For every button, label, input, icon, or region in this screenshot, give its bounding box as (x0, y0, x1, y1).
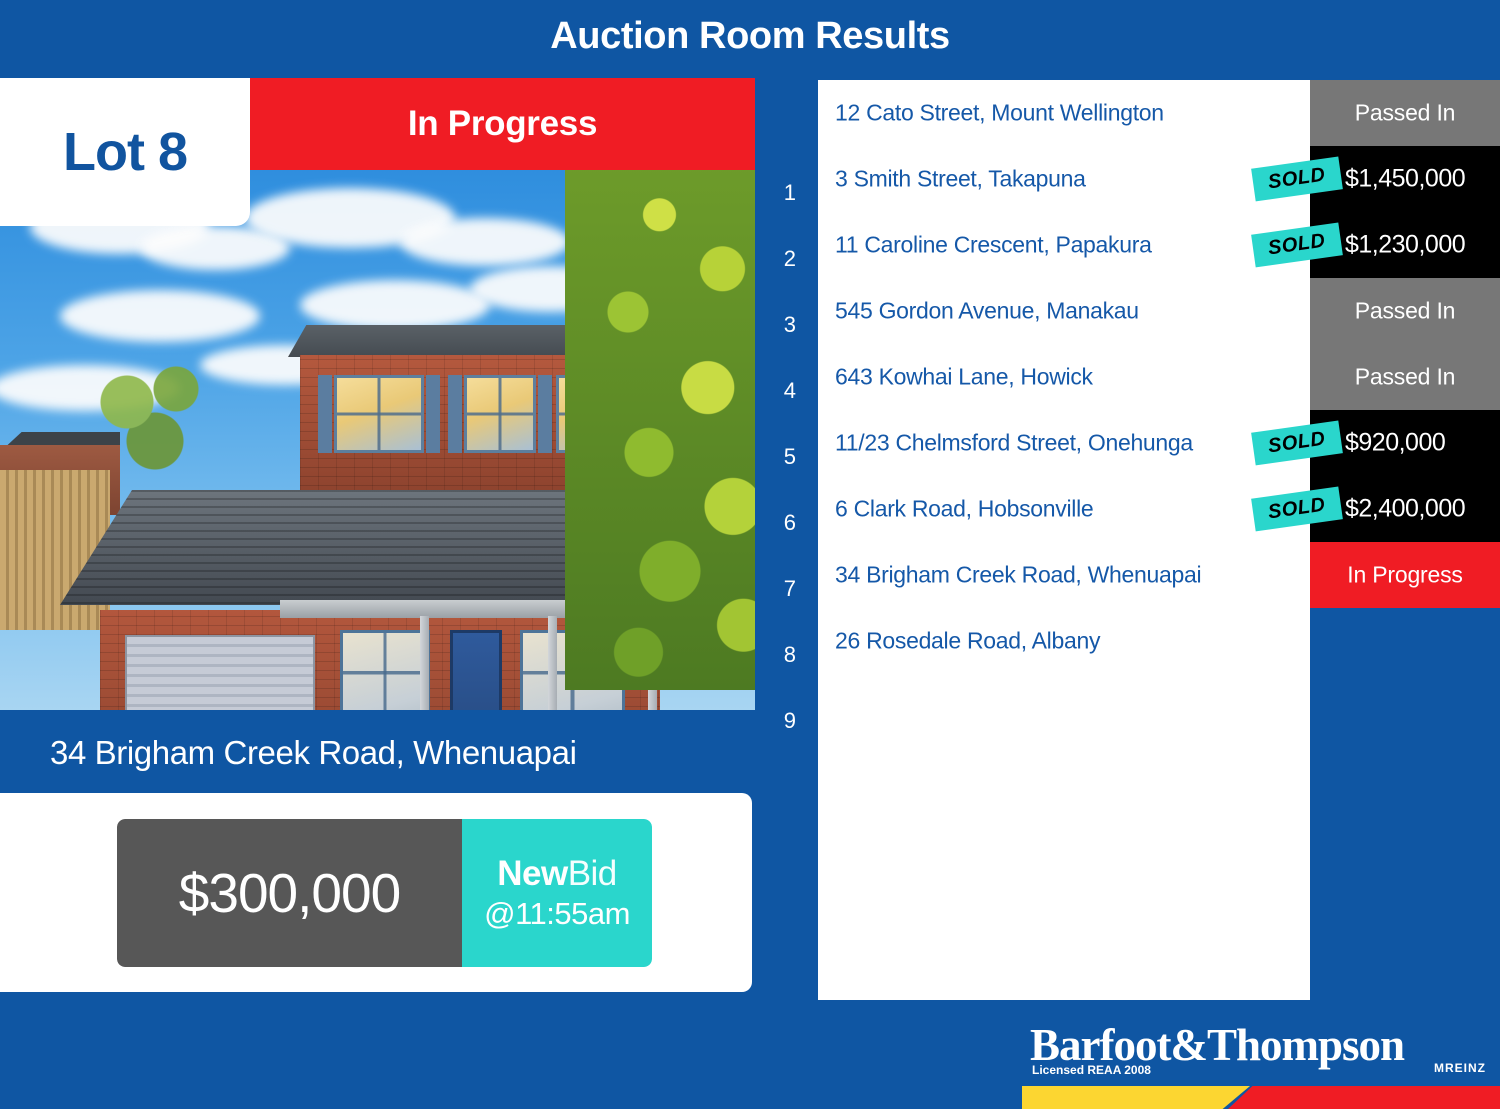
row-address[interactable]: 26 Rosedale Road, Albany (835, 628, 1100, 655)
brand-logo-text: Barfoot&Thompson (1030, 1020, 1405, 1070)
fence (0, 470, 110, 630)
row-address[interactable]: 11/23 Chelmsford Street, Onehunga (835, 430, 1193, 457)
bid-meta-box: NewBid @11:55am (462, 818, 652, 967)
row-index: 8 (783, 642, 796, 667)
row-address[interactable]: 12 Cato Street, Mount Wellington (835, 100, 1164, 127)
current-bid-card: $300,000 NewBid @11:55am (0, 793, 752, 992)
porch-post (548, 616, 557, 710)
window-shutter (318, 375, 332, 453)
lot-number-panel: Lot 8 (0, 78, 250, 226)
row-index: 5 (783, 444, 796, 469)
row-index: 6 (783, 510, 796, 535)
cloud-shape (60, 290, 260, 342)
row-status-label: Passed In (1354, 297, 1456, 324)
lower-window (340, 630, 430, 710)
row-sale-price: $2,400,000 (1345, 494, 1466, 523)
row-index: 9 (783, 708, 796, 733)
brand-mreinz-text: MREINZ (1434, 1061, 1486, 1075)
featured-address-bar: 34 Brigham Creek Road, Whenuapai (0, 710, 755, 795)
brand-logo-wrap: Barfoot&Thompson (1030, 1020, 1405, 1070)
row-sale-price: $1,450,000 (1345, 164, 1466, 193)
row-status-label: Passed In (1354, 363, 1456, 390)
cloud-shape (300, 280, 490, 330)
results-index-column: 1 2 3 4 5 6 7 8 9 (770, 80, 818, 733)
window-shutter (538, 375, 552, 453)
footer-stripe-red (1228, 1086, 1500, 1109)
row-address[interactable]: 34 Brigham Creek Road, Whenuapai (835, 562, 1202, 589)
garage-door (125, 635, 315, 710)
page-title: Auction Room Results (550, 14, 950, 57)
property-photo (0, 170, 755, 710)
row-index: 4 (783, 378, 796, 403)
upper-window (464, 375, 536, 453)
window-shutter (426, 375, 440, 453)
upper-window (334, 375, 424, 453)
row-sale-price: $1,230,000 (1345, 230, 1466, 259)
lot-status-banner: In Progress (250, 78, 755, 170)
new-bid-label: NewBid (497, 854, 617, 894)
row-index: 2 (783, 246, 796, 271)
window-shutter (448, 375, 462, 453)
row-index: 1 (783, 180, 796, 205)
porch-post (420, 616, 429, 710)
featured-address-label: 34 Brigham Creek Road, Whenuapai (50, 733, 577, 771)
front-door (450, 630, 502, 710)
page-header: Auction Room Results (0, 0, 1500, 72)
footer-stripe-yellow (1022, 1086, 1250, 1109)
row-status-label: In Progress (1347, 561, 1463, 588)
row-index: 3 (783, 312, 796, 337)
row-address[interactable]: 3 Smith Street, Takapuna (835, 166, 1086, 193)
row-address[interactable]: 11 Caroline Crescent, Papakura (835, 232, 1152, 259)
tree-right (565, 170, 755, 690)
results-list-panel (818, 80, 1310, 1000)
current-bid-row: $300,000 NewBid @11:55am (117, 818, 652, 967)
row-address[interactable]: 643 Kowhai Lane, Howick (835, 364, 1093, 391)
bid-amount-value: $300,000 (178, 861, 401, 924)
row-index: 7 (783, 576, 796, 601)
lot-status-label: In Progress (407, 104, 598, 143)
row-address[interactable]: 545 Gordon Avenue, Manakau (835, 298, 1139, 325)
bid-amount-box: $300,000 (117, 818, 462, 967)
new-bid-word: New (497, 853, 568, 893)
row-address[interactable]: 6 Clark Road, Hobsonville (835, 496, 1094, 523)
bid-word: Bid (567, 853, 618, 893)
cloud-shape (400, 218, 570, 266)
lot-number-label: Lot 8 (63, 122, 188, 182)
bid-timestamp: @11:55am (484, 895, 630, 931)
row-status-label: Passed In (1354, 99, 1456, 126)
brand-licence-text: Licensed REAA 2008 (1032, 1063, 1151, 1077)
row-sale-price: $920,000 (1345, 428, 1446, 457)
